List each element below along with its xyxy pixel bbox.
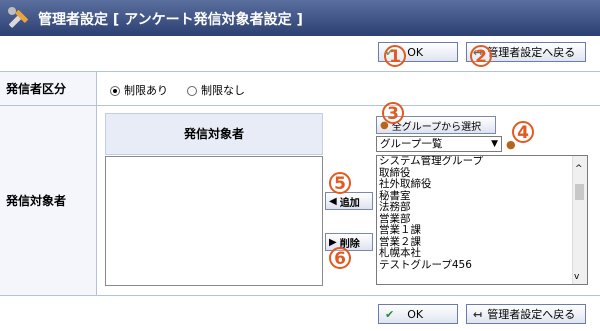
target-list-header: 発信対象者 (105, 113, 323, 155)
callout-1: 1 (384, 45, 406, 67)
title-bar: 管理者設定 [ アンケート発信対象者設定 ] (0, 0, 600, 36)
radio-unrestricted[interactable] (187, 86, 197, 96)
ok-button-bottom[interactable]: ✔ OK (378, 304, 458, 324)
sender-type-row: 発信者区分 制限あり 制限なし (0, 71, 600, 106)
list-item[interactable]: 社外取締役 (379, 178, 483, 191)
list-item[interactable]: システム管理グループ (379, 156, 483, 168)
sender-type-label: 発信者区分 (0, 72, 97, 105)
chevron-down-icon[interactable]: v (574, 272, 579, 282)
callout-4: 4 (512, 121, 534, 143)
scrollbar-thumb[interactable] (575, 184, 584, 200)
check-icon: ✔ (385, 307, 395, 321)
target-listbox[interactable] (105, 156, 323, 286)
page-title: 管理者設定 [ アンケート発信対象者設定 ] (38, 12, 303, 28)
listbox-scrollbar[interactable]: ^ v (572, 156, 587, 284)
callout-5: 5 (329, 172, 351, 194)
tools-icon (8, 7, 28, 28)
sender-type-options: 制限あり 制限なし (110, 82, 245, 98)
group-listbox[interactable]: システム管理グループ 取締役 社外取締役 秘書室 法務部 営業部 営業１課 営業… (376, 155, 588, 285)
callout-2: 2 (470, 45, 492, 67)
radio-restricted[interactable] (110, 86, 120, 96)
list-item[interactable]: 法務部 (379, 201, 483, 214)
list-item[interactable]: 札幌本社 (379, 247, 483, 260)
back-arrow-icon: ↤ (473, 307, 483, 321)
right-arrow-icon: ▶ (329, 236, 337, 248)
chevron-down-icon: ▼ (491, 139, 498, 149)
list-item[interactable]: テストグループ456 (379, 259, 483, 272)
callout-3: 3 (382, 102, 404, 124)
list-item[interactable]: 営業１課 (379, 224, 483, 237)
chevron-up-icon[interactable]: ^ (575, 164, 583, 174)
callout-6: 6 (329, 247, 351, 269)
group-search-icon[interactable]: ● (506, 138, 516, 151)
add-button[interactable]: ◀ 追加 (325, 192, 373, 210)
target-label: 発信対象者 (0, 106, 97, 295)
back-button-bottom[interactable]: ↤ 管理者設定へ戻る (466, 304, 586, 324)
remove-button[interactable]: ▶ 削除 (325, 233, 373, 251)
left-arrow-icon: ◀ (329, 195, 337, 207)
group-dropdown[interactable]: グループ一覧 ▼ (376, 136, 502, 152)
